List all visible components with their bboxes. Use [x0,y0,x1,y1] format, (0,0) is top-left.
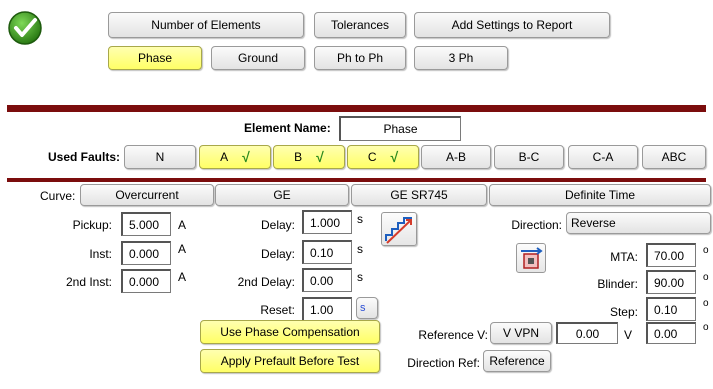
delay3-label: 2nd Delay: [237,275,295,289]
reference-v-unit: V [624,328,633,342]
use-phase-compensation-button[interactable]: Use Phase Compensation [200,320,380,344]
element-name-field[interactable]: Phase [339,116,461,141]
inst2-unit: A [178,270,187,284]
add-settings-to-report-button[interactable]: Add Settings to Report [414,12,610,38]
mta-field[interactable]: 70.00 [646,243,696,267]
curve-manufacturer-button[interactable]: GE [215,184,349,206]
fault-a-check-icon: √ [242,149,250,165]
element-name-label: Element Name: [244,121,331,135]
delay3-unit: s [357,270,363,284]
reference-v-select[interactable]: V VPN [490,322,552,344]
reference-v-angle-field[interactable]: 0.00 [646,322,696,344]
used-faults-label: Used Faults: [48,150,121,164]
pickup-field[interactable]: 5.000 [121,212,171,236]
delay1-unit: s [357,212,363,226]
inst-field[interactable]: 0.000 [121,241,171,265]
fault-a-label: A [220,150,229,164]
fault-c-check-icon: √ [390,149,399,165]
reset-label: Reset: [260,303,295,317]
fault-b-check-icon: √ [316,149,324,165]
delay1-field[interactable]: 1.000 [302,210,352,234]
reset-unit-button[interactable]: s [356,297,378,319]
delay1-label: Delay: [260,218,295,232]
blinder-degree-unit: o [703,272,709,283]
tab-ground[interactable]: Ground [211,46,305,70]
step-label: Step: [609,305,638,319]
inst-unit: A [178,242,187,256]
delay2-unit: s [357,242,363,256]
tolerances-button[interactable]: Tolerances [314,12,406,38]
number-of-elements-button[interactable]: Number of Elements [108,12,304,38]
inst2-label: 2nd Inst: [65,275,112,289]
divider-bar-2 [7,178,706,182]
apply-prefault-button[interactable]: Apply Prefault Before Test [200,349,380,373]
curve-label: Curve: [40,189,76,203]
tab-3-ph[interactable]: 3 Ph [414,46,508,70]
delay2-label: Delay: [260,247,295,261]
step-degree-unit: o [703,298,709,309]
reset-field[interactable]: 1.00 [302,297,352,321]
fault-ca-button[interactable]: C-A [568,145,638,169]
inst-label: Inst: [89,247,112,261]
direction-diagram-icon[interactable] [516,243,546,273]
divider-bar [7,105,706,112]
delay3-field[interactable]: 0.00 [302,268,352,292]
inst2-field[interactable]: 0.000 [121,269,171,293]
tab-ph-to-ph[interactable]: Ph to Ph [314,46,406,70]
fault-c-button[interactable]: C √ [347,145,419,169]
delay2-field[interactable]: 0.10 [302,240,352,264]
fault-n-button[interactable]: N [124,145,196,169]
direction-reference-button[interactable]: Reference [483,350,551,372]
direction-label: Direction: [511,218,562,232]
curve-model-button[interactable]: GE SR745 [351,184,487,206]
step-field[interactable]: 0.10 [646,297,696,321]
curve-type-button[interactable]: Overcurrent [80,184,214,206]
direction-ref-label: Direction Ref: [407,356,480,370]
fault-ab-button[interactable]: A-B [421,145,491,169]
blinder-field[interactable]: 90.00 [646,270,696,294]
fault-abc-button[interactable]: ABC [642,145,706,169]
fault-bc-button[interactable]: B-C [494,145,564,169]
reference-v-magnitude-field[interactable]: 0.00 [556,322,618,344]
direction-select[interactable]: Reverse [566,212,711,234]
fault-b-button[interactable]: B √ [273,145,345,169]
reference-v-degree-unit: o [703,322,709,333]
mta-label: MTA: [610,250,638,264]
status-ok-icon [7,10,43,46]
fault-b-label: B [294,150,303,164]
pickup-label: Pickup: [72,218,112,232]
curve-graph-icon[interactable] [381,212,417,246]
blinder-label: Blinder: [597,277,638,291]
reference-v-label: Reference V: [418,328,488,342]
mta-degree-unit: o [703,245,709,256]
fault-a-button[interactable]: A √ [199,145,271,169]
tab-phase[interactable]: Phase [108,46,202,70]
fault-c-label: C [367,150,377,164]
curve-characteristic-button[interactable]: Definite Time [489,184,711,206]
pickup-unit: A [178,218,187,232]
